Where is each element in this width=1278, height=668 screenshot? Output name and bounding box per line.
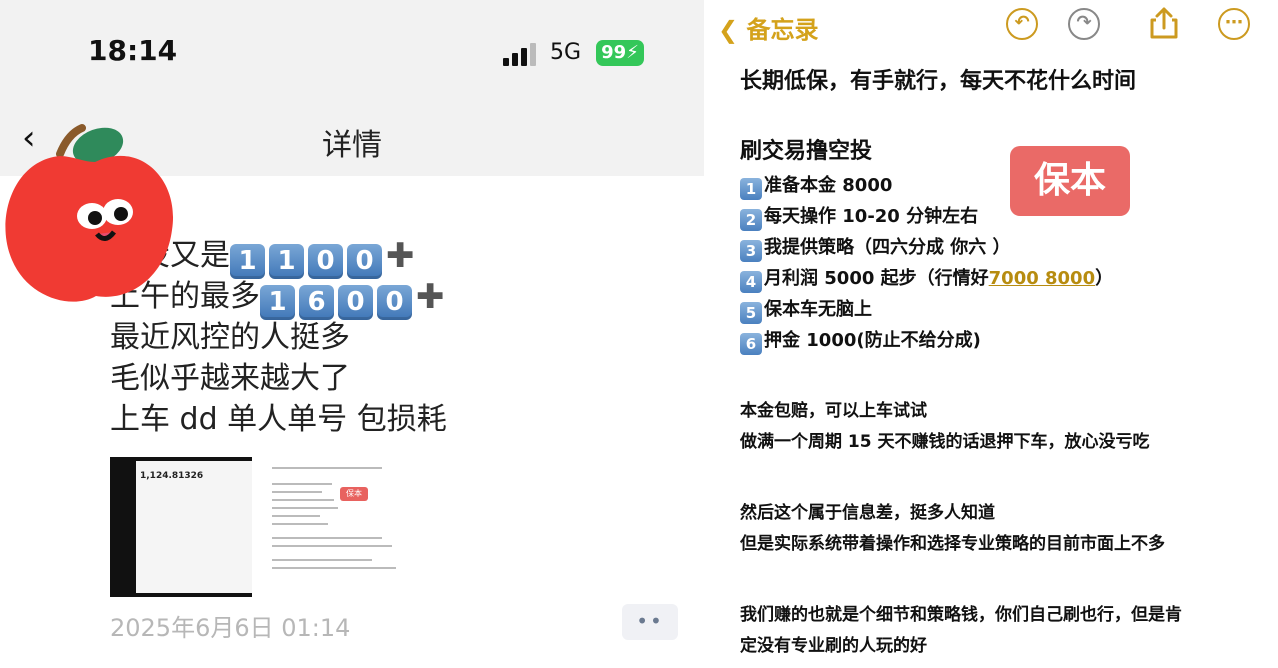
step-number-badge: 6 [740,333,762,355]
note-paragraph: 然后这个属于信息差，挺多人知道但是实际系统带着操作和选择专业策略的目前市面上不多 [740,498,1260,560]
keycap-digit: 1 [269,244,304,279]
plus-icon: ✚ [386,236,415,276]
note-paragraph: 本金包赔，可以上车试试做满一个周期 15 天不赚钱的话退押下车，放心没亏吃 [740,396,1260,458]
keycap-digit: 1 [230,244,265,279]
notes-screenshot-panel: ❮ 备忘录 ↶ ↷ ⋯ 长期低保，有手就行，每天不花什么时间 刷交易撸空投 1准… [704,0,1278,668]
step-text: 我提供策略（四六分成 你六 ） [764,237,1011,258]
step-number-badge: 1 [740,178,762,200]
note-paragraph-line: 我们赚的也就是个细节和策略钱，你们自己刷也行，但是肯 [740,605,1182,625]
step-text: 每天操作 10-20 分钟左右 [764,206,979,227]
more-button[interactable]: •• [622,604,678,640]
message-line-text: 毛似乎越来越大了 [110,361,350,396]
keycap-digit: 0 [308,244,343,279]
battery-level: 99 [601,42,627,63]
signal-icon [503,42,539,66]
redo-icon[interactable]: ↷ [1068,8,1100,40]
message-image-thumbnail[interactable]: 1,124.81326 保本 [110,457,402,597]
step-number-badge: 5 [740,302,762,324]
more-icon[interactable]: ⋯ [1218,8,1250,40]
message-line-text: 上车 dd 单人单号 包损耗 [110,402,447,437]
note-paragraph-line: 做满一个周期 15 天不赚钱的话退押下车，放心没亏吃 [740,432,1150,452]
chevron-left-icon: ❮ [718,16,739,44]
note-step: 6 押金 1000(防止不给分成) [740,325,1260,356]
step-highlight-link[interactable]: 7000 8000 [989,268,1095,289]
step-text: 押金 1000(防止不给分成) [764,330,981,351]
notes-back-label: 备忘录 [746,16,819,44]
thumbnail-phone-screenshot: 1,124.81326 [110,457,252,597]
step-number-badge: 2 [740,209,762,231]
note-step: 1 准备本金 8000 [740,170,1260,201]
note-step: 5 保本车无脑上 [740,294,1260,325]
note-paragraph-line: 但是实际系统带着操作和选择专业策略的目前市面上不多 [740,534,1165,554]
keycap-digit: 0 [377,285,412,320]
note-steps-list: 1 准备本金 8000 2 每天操作 10-20 分钟左右 3 我提供策略（四六分成 你六… [740,170,1260,356]
message-line: 空投又是 1 1 0 0 ✚ [110,236,690,279]
note-paragraphs: 本金包赔，可以上车试试 做满一个周期 15 天不赚钱的话退押下车，放心没亏吃 然后这… [740,396,1260,662]
step-number-badge: 3 [740,240,762,262]
step-text: 准备本金 8000 [764,175,893,196]
battery-icon: 99⚡ [596,40,644,66]
message-line: 上午的最多 1 6 0 0 ✚ [110,277,690,320]
message-timestamp: 2025年6月6日 01:14 [110,614,351,642]
note-paragraph-line: 本金包赔，可以上车试试 [740,401,927,421]
keycap-digit: 1 [260,285,295,320]
note-paragraph: 我们赚的也就是个细节和策略钱，你们自己刷也行，但是肯 定没有专业刷的人玩的好 [740,600,1260,662]
step-text: 保本车无脑上 [764,299,872,320]
message-line: 上车 dd 单人单号 包损耗 [110,400,690,441]
thumbnail-notes-screenshot: 保本 [268,461,402,595]
thumbnail-badge: 保本 [340,487,368,501]
status-bar: 18:14 5G 99⚡ [0,0,704,104]
apple-avatar-icon [5,124,174,302]
note-body: 长期低保，有手就行，每天不花什么时间 刷交易撸空投 1 准备本金 8000 2 每天操… [740,64,1260,662]
status-time: 18:14 [88,34,178,67]
baoben-badge: 保本 [1010,146,1130,216]
note-paragraph-line: 定没有专业刷的人玩的好 [740,636,927,656]
step-text: 月利润 5000 起步（行情好 [764,268,989,289]
keycap-digit: 6 [299,285,334,320]
thumbnail-balance: 1,124.81326 [140,471,204,481]
message-line-text: 最近风控的人挺多 [110,320,350,355]
keycap-digit: 0 [347,244,382,279]
message-line: 最近风控的人挺多 [110,318,690,359]
message-line: 毛似乎越来越大了 [110,359,690,400]
note-headline: 长期低保，有手就行，每天不花什么时间 [740,69,1137,94]
share-icon[interactable] [1148,6,1180,40]
undo-icon[interactable]: ↶ [1006,8,1038,40]
note-step: 3 我提供策略（四六分成 你六 ） [740,232,1260,263]
step-number-badge: 4 [740,271,762,293]
keycap-digit: 0 [338,285,373,320]
notes-back-button[interactable]: ❮ 备忘录 [718,10,818,45]
network-type: 5G [550,40,582,65]
note-step: 2 每天操作 10-20 分钟左右 [740,201,1260,232]
step-suffix: ） [1095,268,1114,289]
note-section-title: 刷交易撸空投 [740,139,873,164]
message-text: 空投又是 1 1 0 0 ✚ 上午的最多 1 6 0 0 ✚ 最近风控的人挺多 毛似乎越来越大了上车 dd… [110,236,690,441]
plus-icon: ✚ [416,277,445,317]
chat-detail-panel: 18:14 5G 99⚡ ‹ 详情 空投又是 1 1 0 0 ✚ 上午的最多 1 6 0 0 ✚ 最近风… [0,0,704,668]
note-step: 4 月利润 5000 起步（行情好7000 8000） [740,263,1260,294]
note-paragraph-line: 然后这个属于信息差，挺多人知道 [740,503,995,523]
